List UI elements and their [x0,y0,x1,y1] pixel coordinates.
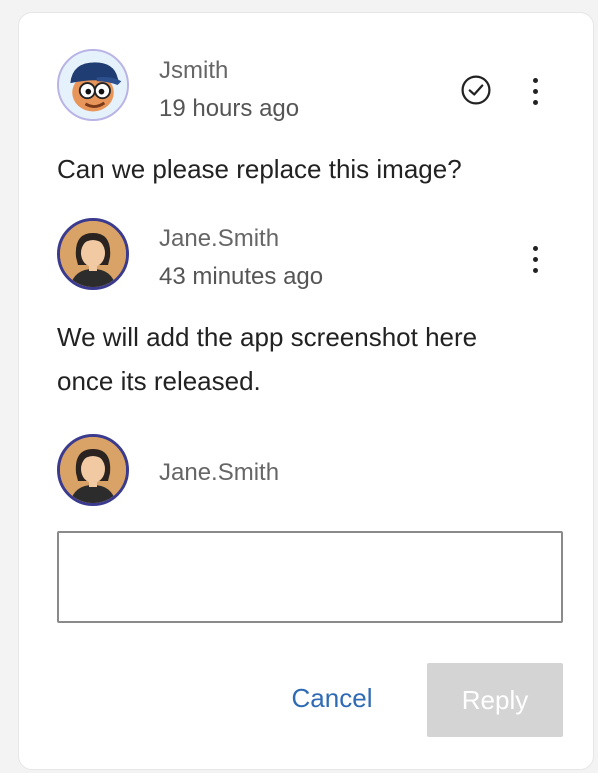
avatar-jsmith [57,49,129,121]
reply-input[interactable] [57,531,563,623]
composer-avatar [57,434,129,506]
composer-author: Jane.Smith [159,459,280,486]
comment-thread-card: Jsmith 19 hours ago Can we please replac… [18,12,594,770]
comment-author: Jsmith [159,57,229,84]
reply-button[interactable]: Reply [427,663,563,737]
more-vertical-icon [532,245,538,273]
comment-more-button[interactable] [519,71,551,111]
woman-avatar-icon [60,437,126,503]
avatar-jane-smith [57,218,129,290]
comment-text: Can we please replace this image? [57,154,462,184]
comment-timestamp: 19 hours ago [159,95,300,122]
cancel-button[interactable]: Cancel [267,668,397,728]
reply-author: Jane.Smith [159,225,280,252]
check-circle-icon [461,75,491,105]
reply-timestamp: 43 minutes ago [159,263,324,290]
resolve-button[interactable] [457,71,495,109]
reply-text: We will add the app screenshot here once… [57,322,478,396]
woman-avatar-icon [60,221,126,287]
more-vertical-icon [532,77,538,105]
reply-more-button[interactable] [519,239,551,279]
cartoon-avatar-icon [59,51,127,119]
